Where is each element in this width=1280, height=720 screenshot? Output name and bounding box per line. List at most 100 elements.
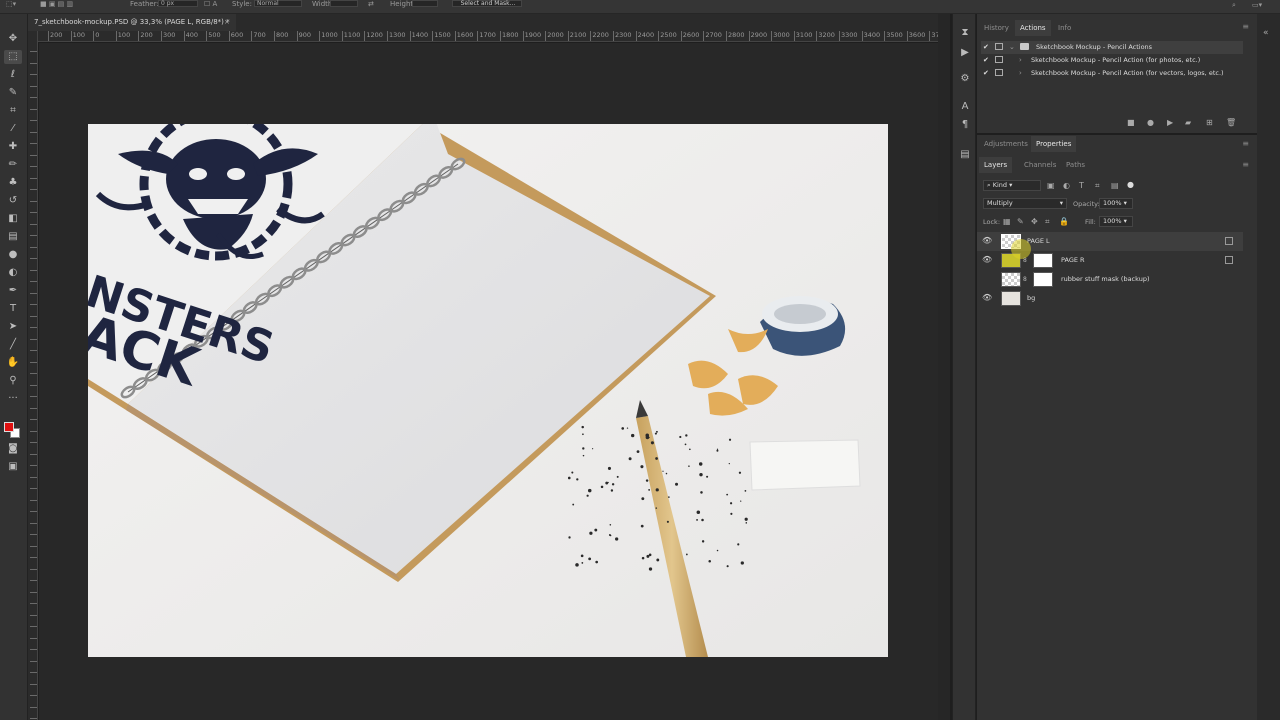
style-select[interactable]: Normal bbox=[254, 0, 302, 7]
width-input[interactable] bbox=[330, 0, 358, 7]
panel-menu-icon[interactable]: ≡ bbox=[1242, 160, 1249, 169]
eyedropper-tool-icon[interactable]: ⁄ bbox=[4, 122, 22, 136]
marquee-tool-icon[interactable]: ⬚ bbox=[4, 50, 22, 64]
document-canvas[interactable]: NSTERS ACK bbox=[88, 124, 888, 657]
pen-tool-icon[interactable]: ✒ bbox=[4, 284, 22, 298]
tab-properties[interactable]: Properties bbox=[1031, 136, 1077, 152]
dialog-toggle-icon[interactable] bbox=[995, 56, 1003, 63]
lock-pixels-icon[interactable]: ✎ bbox=[1017, 217, 1024, 226]
dialog-toggle-icon[interactable] bbox=[995, 69, 1003, 76]
crop-tool-icon[interactable]: ⌗ bbox=[4, 104, 22, 118]
canvas-scrollbar[interactable] bbox=[938, 14, 950, 720]
check-icon[interactable]: ✔ bbox=[983, 41, 989, 53]
more-tools-icon[interactable]: ··· bbox=[4, 392, 22, 406]
fill-input[interactable]: 100% ▾ bbox=[1099, 216, 1133, 227]
tab-actions[interactable]: Actions bbox=[1015, 20, 1051, 36]
tab-history[interactable]: History bbox=[979, 20, 1014, 36]
action-row[interactable]: ✔ › Sketchbook Mockup - Pencil Action (f… bbox=[981, 54, 1243, 67]
dodge-tool-icon[interactable]: ◐ bbox=[4, 266, 22, 280]
move-tool-icon[interactable]: ✥ bbox=[4, 32, 22, 46]
clone-stamp-tool-icon[interactable]: ♣ bbox=[4, 176, 22, 190]
screen-mode-icon[interactable]: ▣ bbox=[4, 460, 22, 474]
layer-row-bg[interactable]: 👁 bg bbox=[977, 289, 1243, 308]
search-icon[interactable]: ⌕ bbox=[1232, 1, 1236, 11]
panel-menu-icon[interactable]: ≡ bbox=[1242, 22, 1249, 31]
action-set-row[interactable]: ✔ ⌄ Sketchbook Mockup - Pencil Actions bbox=[981, 41, 1243, 54]
new-action-icon[interactable]: ⊞ bbox=[1206, 118, 1213, 127]
hand-tool-icon[interactable]: ✋ bbox=[4, 356, 22, 370]
height-input[interactable] bbox=[412, 0, 438, 7]
check-icon[interactable]: ✔ bbox=[983, 67, 989, 79]
layer-row-rubber-mask[interactable]: 👁 8 rubber stuff mask (backup) bbox=[977, 270, 1243, 289]
paragraph-panel-icon[interactable]: ¶ bbox=[957, 118, 973, 132]
lock-artboard-icon[interactable]: ⌗ bbox=[1045, 217, 1050, 227]
selection-mode-icons[interactable]: ■ ▣ ▤ ▥ bbox=[40, 0, 73, 10]
quick-selection-tool-icon[interactable]: ✎ bbox=[4, 86, 22, 100]
tab-channels[interactable]: Channels bbox=[1019, 157, 1061, 173]
document-tab[interactable]: 7_sketchbook-mockup.PSD @ 33,3% (PAGE L,… bbox=[28, 14, 236, 31]
filter-toggle-icon[interactable]: ● bbox=[1127, 180, 1134, 189]
swap-icon[interactable]: ⇄ bbox=[368, 0, 374, 10]
filter-type-icon[interactable]: T bbox=[1079, 181, 1084, 190]
line-tool-icon[interactable]: ╱ bbox=[4, 338, 22, 352]
foreground-color-swatch[interactable] bbox=[4, 422, 14, 432]
type-tool-icon[interactable]: T bbox=[4, 302, 22, 316]
zoom-tool-icon[interactable]: ⚲ bbox=[4, 374, 22, 388]
chain-link-icon[interactable]: 8 bbox=[1023, 276, 1027, 283]
dialog-toggle-icon[interactable] bbox=[995, 43, 1003, 50]
antialias-checkbox[interactable]: ☐ A bbox=[204, 0, 217, 10]
stop-icon[interactable]: ■ bbox=[1127, 118, 1135, 127]
filter-adjustment-icon[interactable]: ◐ bbox=[1063, 181, 1070, 190]
lasso-tool-icon[interactable]: ℓ bbox=[4, 68, 22, 82]
tab-layers[interactable]: Layers bbox=[979, 157, 1013, 173]
action-row[interactable]: ✔ › Sketchbook Mockup - Pencil Action (f… bbox=[981, 67, 1243, 80]
lock-transparency-icon[interactable]: ▦ bbox=[1003, 217, 1011, 226]
chevron-down-icon[interactable]: ⌄ bbox=[1009, 41, 1015, 53]
character-panel-icon[interactable]: A bbox=[957, 100, 973, 114]
blur-tool-icon[interactable]: ● bbox=[4, 248, 22, 262]
new-set-icon[interactable]: ▰ bbox=[1185, 118, 1191, 127]
brush-tool-icon[interactable]: ✏ bbox=[4, 158, 22, 172]
select-and-mask-button[interactable]: Select and Mask... bbox=[452, 0, 522, 7]
panel-menu-icon[interactable]: ≡ bbox=[1242, 139, 1249, 148]
eye-hidden-icon[interactable]: 👁 bbox=[982, 274, 992, 283]
workspace-icon[interactable]: ▭▾ bbox=[1252, 1, 1262, 11]
quick-mask-icon[interactable]: ◙ bbox=[4, 442, 22, 456]
eye-icon[interactable]: 👁 bbox=[982, 255, 992, 264]
collapse-panels-icon[interactable]: « bbox=[1263, 28, 1269, 38]
tab-adjustments[interactable]: Adjustments bbox=[979, 136, 1033, 152]
filter-pixel-icon[interactable]: ▣ bbox=[1047, 181, 1055, 190]
actions-panel-icon[interactable]: ▶ bbox=[957, 46, 973, 60]
libraries-panel-icon[interactable]: ▤ bbox=[957, 148, 973, 162]
feather-input[interactable]: 0 px bbox=[158, 0, 198, 7]
blend-mode-select[interactable]: Multiply ▾ bbox=[983, 198, 1067, 209]
eye-icon[interactable]: 👁 bbox=[982, 293, 992, 302]
gradient-tool-icon[interactable]: ▤ bbox=[4, 230, 22, 244]
lock-all-icon[interactable]: 🔒 bbox=[1059, 217, 1069, 226]
filter-shape-icon[interactable]: ⌗ bbox=[1095, 181, 1100, 191]
panel-scrollbar[interactable]: « bbox=[1257, 14, 1280, 720]
ruler-tick bbox=[30, 568, 37, 570]
record-icon[interactable]: ● bbox=[1147, 118, 1154, 127]
close-tab-icon[interactable]: × bbox=[224, 14, 230, 30]
adjustments-panel-icon[interactable]: ⚙ bbox=[957, 72, 973, 86]
tab-info[interactable]: Info bbox=[1053, 20, 1076, 36]
marquee-options-icon[interactable]: ⬚▾ bbox=[6, 0, 16, 10]
opacity-input[interactable]: 100% ▾ bbox=[1099, 198, 1133, 209]
path-selection-tool-icon[interactable]: ➤ bbox=[4, 320, 22, 334]
check-icon[interactable]: ✔ bbox=[983, 54, 989, 66]
tab-paths[interactable]: Paths bbox=[1061, 157, 1090, 173]
filter-kind-select[interactable]: ⌕ Kind ▾ bbox=[983, 180, 1041, 191]
lock-position-icon[interactable]: ✥ bbox=[1031, 217, 1038, 226]
eye-icon[interactable]: 👁 bbox=[982, 236, 992, 245]
ruler-tick-label: 300 bbox=[161, 31, 175, 41]
chevron-right-icon[interactable]: › bbox=[1019, 67, 1022, 79]
history-panel-icon[interactable]: ⧗ bbox=[957, 26, 973, 40]
filter-smart-object-icon[interactable]: ▤ bbox=[1111, 181, 1119, 190]
healing-brush-tool-icon[interactable]: ✚ bbox=[4, 140, 22, 154]
delete-icon[interactable]: 🗑 bbox=[1226, 118, 1236, 127]
chevron-right-icon[interactable]: › bbox=[1019, 54, 1022, 66]
history-brush-tool-icon[interactable]: ↺ bbox=[4, 194, 22, 208]
eraser-tool-icon[interactable]: ◧ bbox=[4, 212, 22, 226]
play-icon[interactable]: ▶ bbox=[1167, 118, 1173, 127]
